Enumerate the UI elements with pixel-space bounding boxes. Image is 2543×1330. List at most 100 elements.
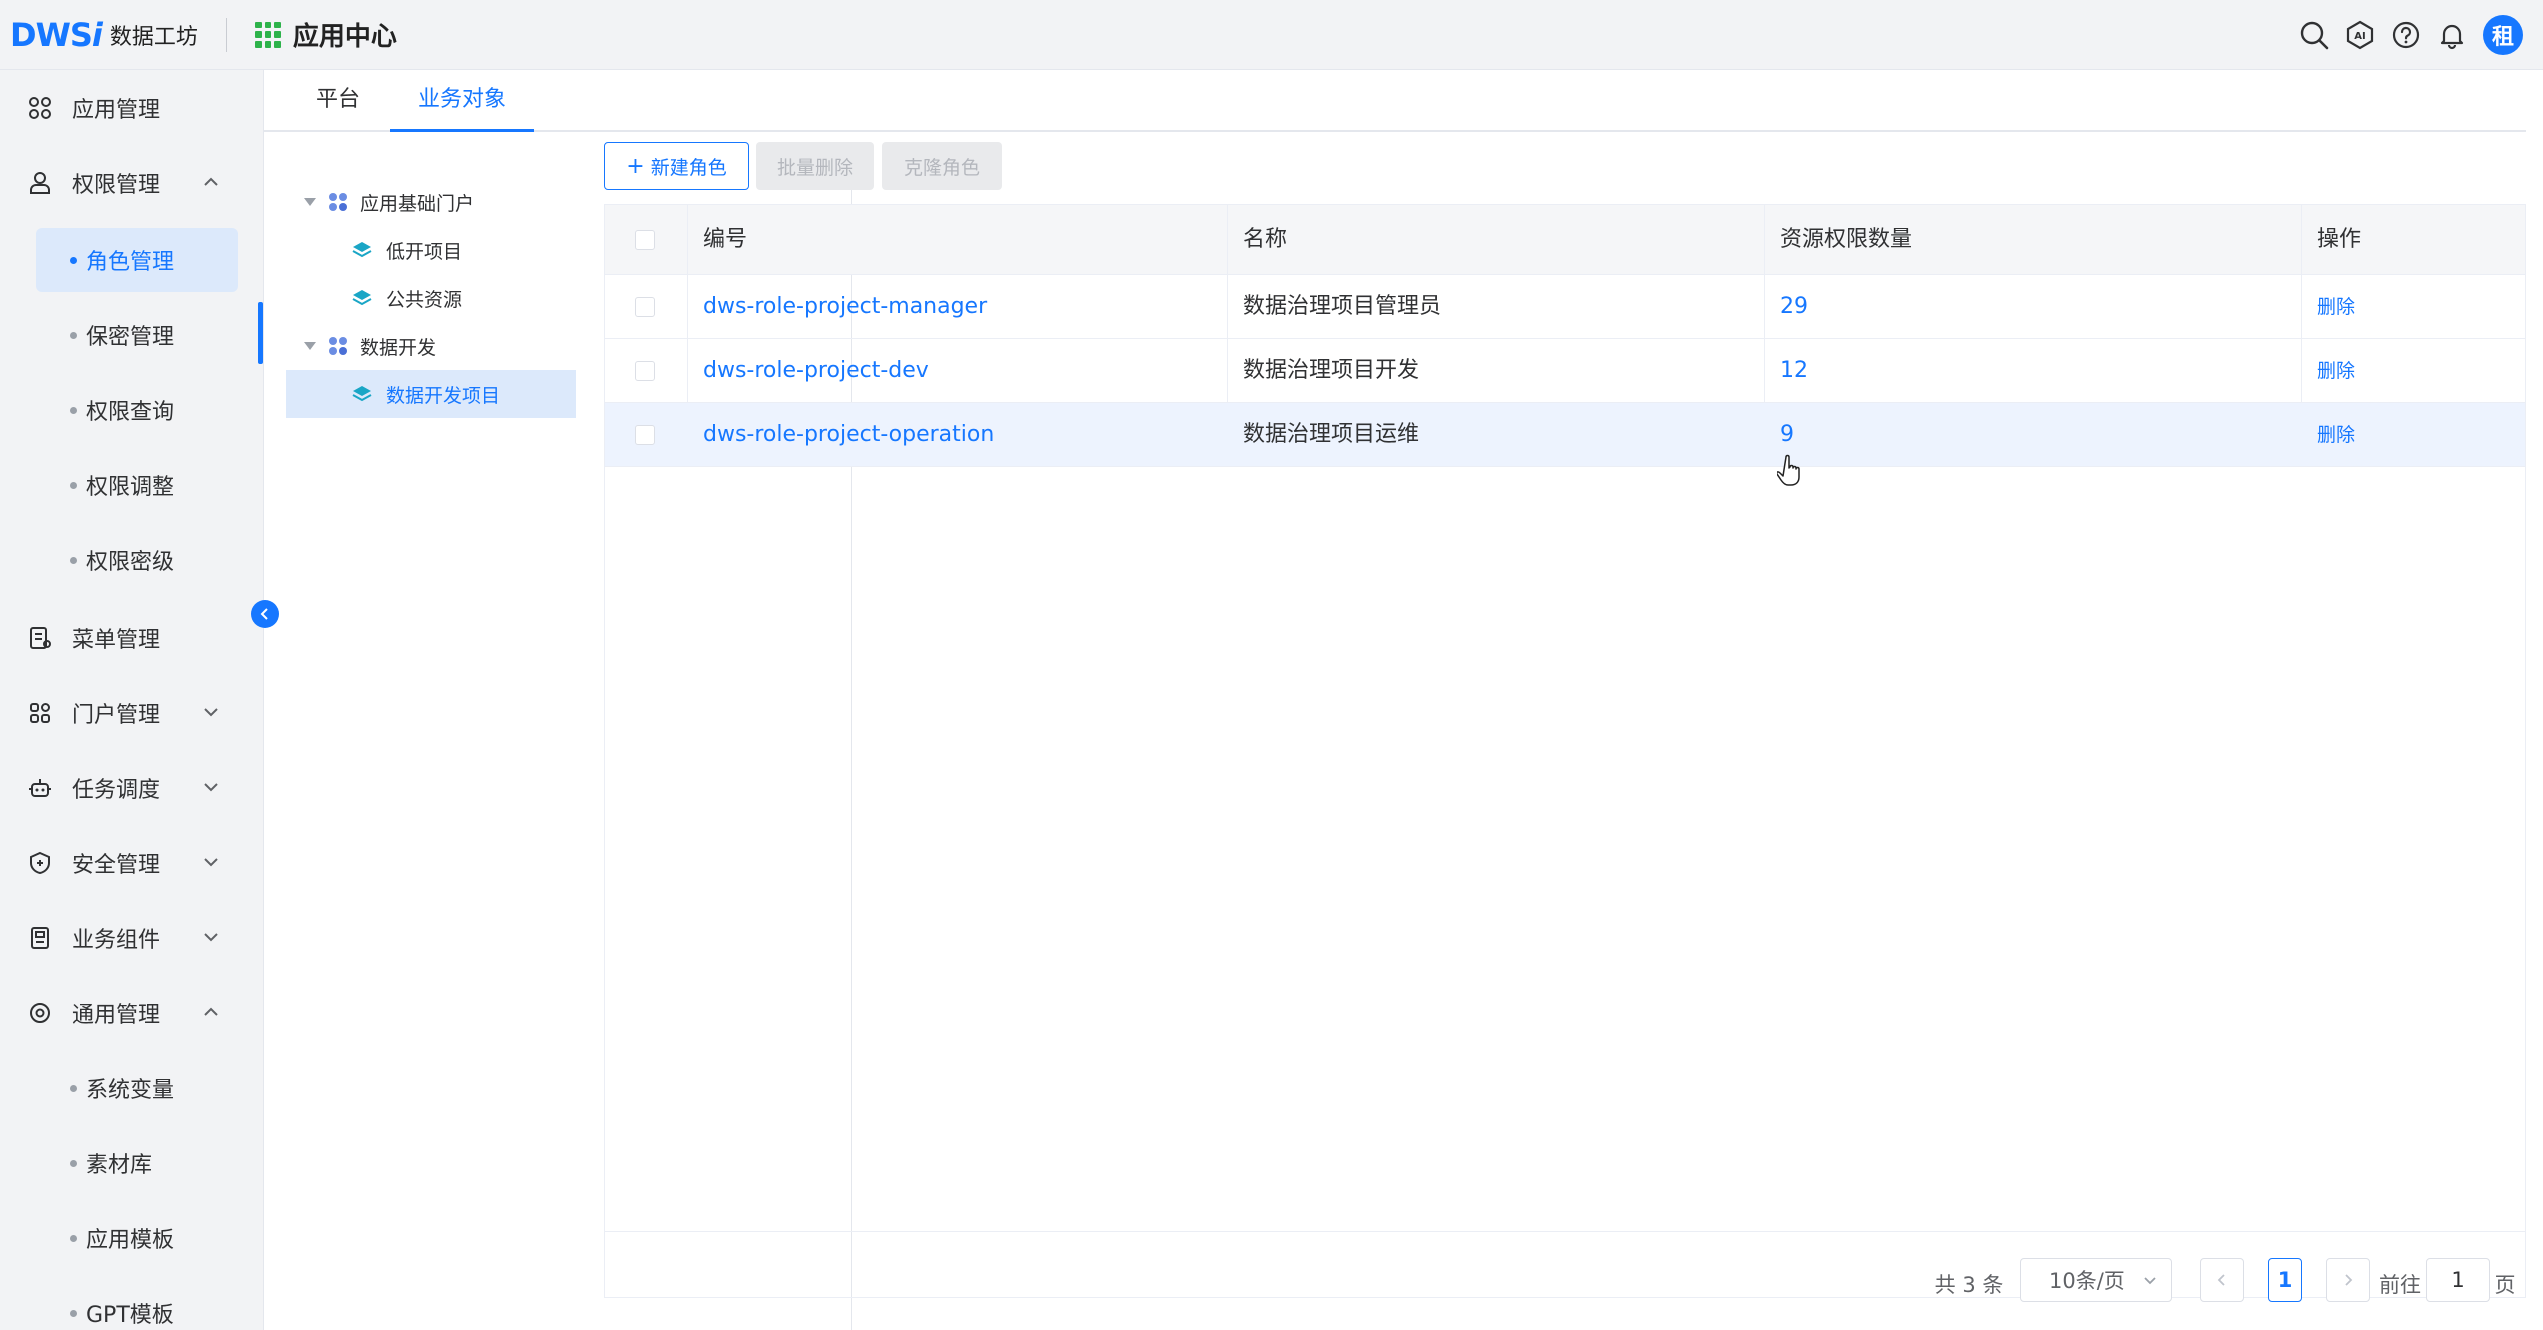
tab-platform[interactable]: 平台 [316, 70, 360, 132]
delete-link[interactable]: 删除 [2317, 403, 2355, 467]
chevron-down-icon [200, 701, 222, 723]
sidebar-item-permission-query[interactable]: 权限查询 [36, 378, 238, 442]
tree-node-lowcode-project[interactable]: 低开项目 [286, 226, 576, 274]
sidebar-item-label: 应用模板 [86, 1228, 175, 1253]
table-row[interactable]: dws-role-project-dev 数据治理项目开发 12 删除 [605, 339, 2525, 403]
tab-bar: 平台 业务对象 [264, 70, 2526, 132]
sidebar-item-menu-management[interactable]: 菜单管理 [0, 600, 263, 675]
tab-business-object[interactable]: 业务对象 [390, 70, 535, 132]
sidebar-item-security-management[interactable]: 安全管理 [0, 825, 263, 900]
sidebar-item-role-management[interactable]: 角色管理 [36, 228, 238, 292]
help-icon[interactable] [2383, 12, 2429, 58]
delete-link[interactable]: 删除 [2317, 339, 2355, 403]
sidebar-item-label: 业务组件 [72, 927, 161, 953]
sidebar-item-asset-library[interactable]: 素材库 [36, 1131, 238, 1195]
logo[interactable]: DWSi 数据工坊 [10, 16, 198, 54]
chevron-left-icon [260, 608, 268, 620]
chevron-down-icon [200, 776, 222, 798]
caret-down-icon [304, 198, 316, 206]
sidebar-item-business-component[interactable]: 业务组件 [0, 900, 263, 975]
delete-link[interactable]: 删除 [2317, 275, 2355, 339]
sidebar-item-system-variables[interactable]: 系统变量 [36, 1056, 238, 1120]
avatar[interactable]: 租 [2483, 15, 2523, 55]
sidebar-item-label: 权限调整 [86, 475, 175, 500]
total-count: 共 3 条 [1934, 1273, 2004, 1297]
sidebar-item-permission-level[interactable]: 权限密级 [36, 528, 238, 592]
new-role-button[interactable]: + 新建角色 [604, 142, 749, 190]
sidebar-item-label: 权限管理 [72, 172, 161, 198]
sidebar-item-label: 任务调度 [72, 777, 161, 803]
select-all-checkbox[interactable] [635, 230, 655, 250]
logo-text: 数据工坊 [109, 24, 198, 50]
sidebar-item-permission-adjust[interactable]: 权限调整 [36, 453, 238, 517]
sidebar: 应用管理 权限管理 角色管理 保密管理 权限查询 权限调整 权限密级 菜单管理 [0, 70, 264, 1330]
apps-colored-icon [329, 193, 347, 211]
ai-icon[interactable]: AI [2337, 12, 2383, 58]
plus-icon: + [626, 153, 645, 179]
page-size-select[interactable]: 10条/页 [2020, 1258, 2172, 1302]
bullet-dot [70, 406, 77, 414]
chevron-down-icon [2144, 1277, 2156, 1285]
role-code-link[interactable]: dws-role-project-operation [703, 403, 994, 467]
tree-node-label: 数据开发 [360, 336, 437, 359]
goto-label: 前往 [2379, 1273, 2421, 1297]
sidebar-item-secrecy-management[interactable]: 保密管理 [36, 303, 238, 367]
bell-icon[interactable] [2429, 12, 2475, 58]
tree-node-label: 数据开发项目 [386, 384, 501, 407]
sidebar-collapse-button[interactable] [251, 600, 279, 628]
prev-page-button[interactable] [2200, 1258, 2244, 1302]
layers-icon [352, 290, 372, 306]
role-code-link[interactable]: dws-role-project-dev [703, 339, 929, 403]
sidebar-item-app-templates[interactable]: 应用模板 [36, 1206, 238, 1270]
sidebar-item-permission-management[interactable]: 权限管理 [0, 145, 263, 220]
clone-role-button[interactable]: 克隆角色 [882, 142, 1002, 190]
tree-node-label: 公共资源 [386, 288, 463, 311]
chevron-down-icon [200, 851, 222, 873]
sidebar-item-label: 门户管理 [72, 702, 161, 728]
sidebar-item-label: 权限密级 [86, 550, 175, 575]
main-panel: 平台 业务对象 应用基础门户 低开项目 公共资源 数据开发 数据开发项目 + 新… [264, 70, 2543, 1330]
search-icon[interactable] [2291, 12, 2337, 58]
tree-node-public-resources[interactable]: 公共资源 [286, 274, 576, 322]
bullet-dot [70, 331, 77, 339]
table-row[interactable]: dws-role-project-manager 数据治理项目管理员 29 删除 [605, 275, 2525, 339]
sidebar-item-label: 角色管理 [86, 250, 175, 275]
header-divider [225, 17, 227, 52]
page-number-current[interactable]: 1 [2268, 1258, 2302, 1302]
row-checkbox[interactable] [635, 297, 655, 317]
page-title: 应用中心 [292, 22, 397, 52]
tree-node-data-dev-project[interactable]: 数据开发项目 [286, 370, 576, 418]
tree-node-app-portal[interactable]: 应用基础门户 [286, 178, 576, 226]
hand-cursor-icon [1777, 454, 1800, 486]
resource-count-link[interactable]: 12 [1780, 339, 1808, 403]
tree-node-label: 应用基础门户 [360, 192, 475, 215]
page-size-value: 10条/页 [2049, 1269, 2125, 1293]
goto-page-input[interactable]: 1 [2426, 1258, 2490, 1302]
sidebar-item-task-scheduling[interactable]: 任务调度 [0, 750, 263, 825]
sidebar-item-app-management[interactable]: 应用管理 [0, 70, 263, 145]
new-role-label: 新建角色 [650, 156, 727, 179]
sidebar-item-general-management[interactable]: 通用管理 [0, 975, 263, 1050]
sidebar-item-gpt-templates[interactable]: GPT模板 [36, 1281, 238, 1330]
bullet-dot [70, 556, 77, 564]
user-lock-icon [26, 169, 54, 197]
apps-colored-icon [329, 337, 347, 355]
role-code-link[interactable]: dws-role-project-manager [703, 275, 987, 339]
next-page-button[interactable] [2326, 1258, 2370, 1302]
role-name: 数据治理项目运维 [1243, 422, 1420, 447]
batch-delete-button[interactable]: 批量删除 [756, 142, 874, 190]
row-checkbox[interactable] [635, 425, 655, 445]
column-header-resource-count: 资源权限数量 [1780, 227, 1913, 252]
shield-icon [26, 849, 54, 877]
table-row[interactable]: dws-role-project-operation 数据治理项目运维 9 删除 [605, 403, 2525, 467]
layers-icon [352, 242, 372, 258]
active-indicator [258, 302, 263, 364]
row-checkbox[interactable] [635, 361, 655, 381]
bullet-dot [70, 1159, 77, 1167]
caret-down-icon [304, 342, 316, 350]
tree-node-data-development[interactable]: 数据开发 [286, 322, 576, 370]
resource-count-link[interactable]: 29 [1780, 275, 1808, 339]
sidebar-item-portal-management[interactable]: 门户管理 [0, 675, 263, 750]
app-center-title: 应用中心 [254, 16, 397, 53]
sidebar-item-label: 通用管理 [72, 1002, 161, 1028]
